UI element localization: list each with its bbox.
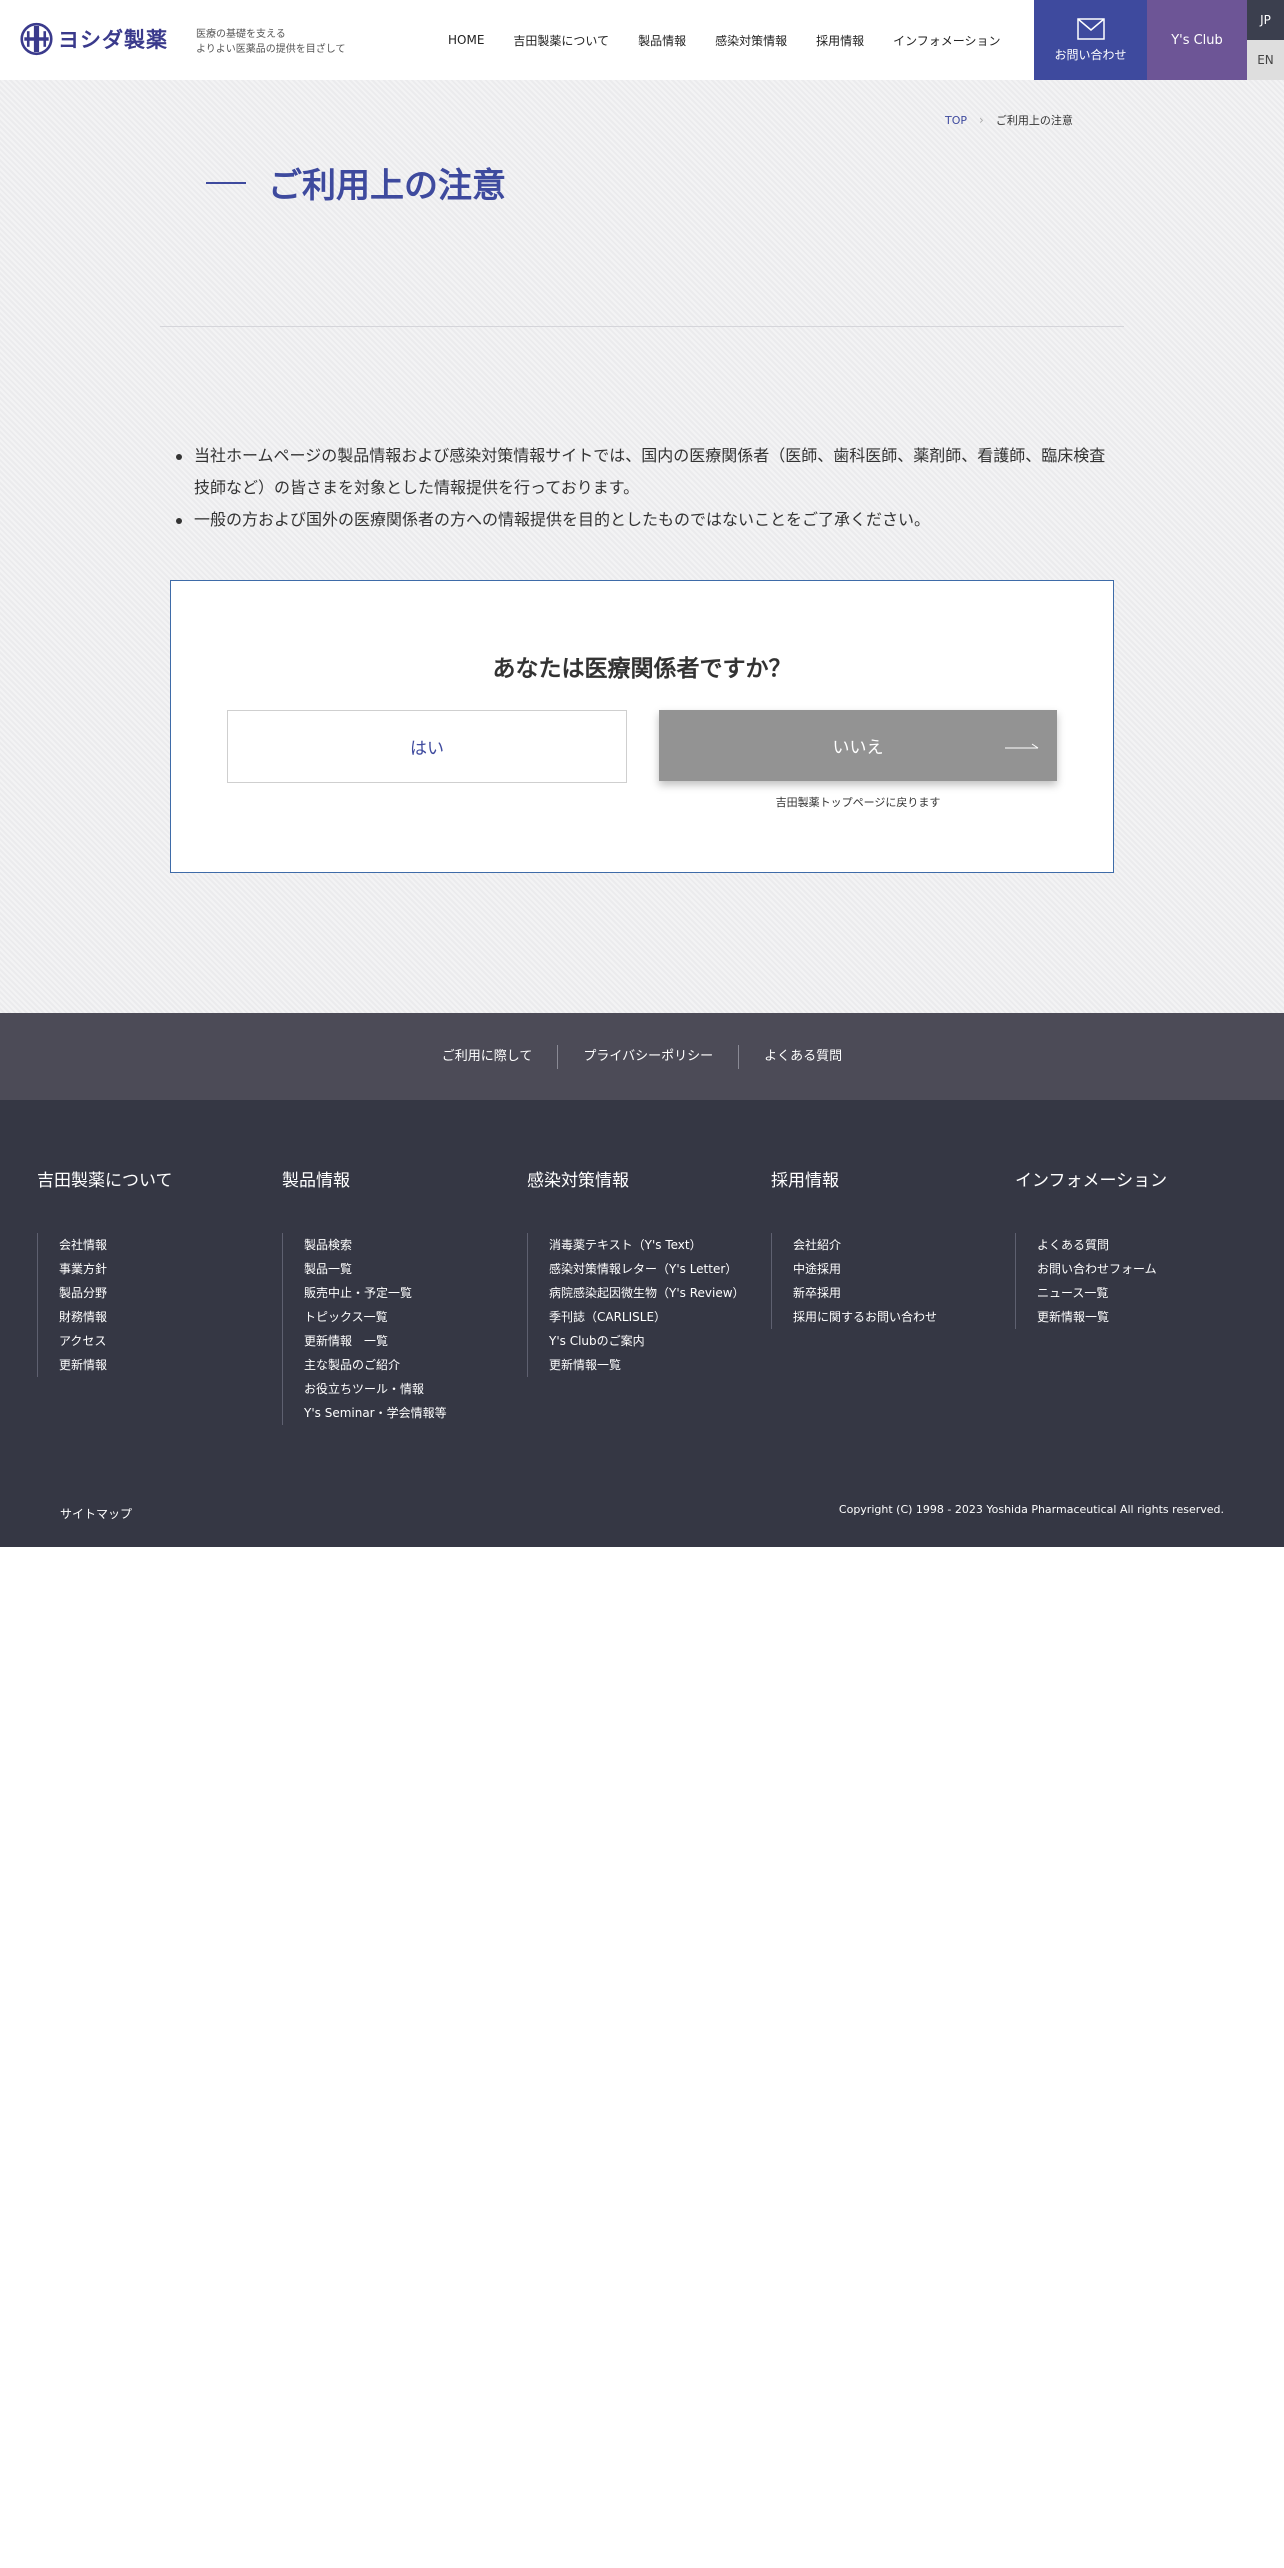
logo-text: ヨシダ製薬	[58, 28, 168, 52]
chevron-right-icon: ›	[979, 113, 984, 127]
site-logo[interactable]: ヨシダ製薬	[20, 20, 168, 58]
footer-link-terms[interactable]: ご利用に際して	[417, 1045, 558, 1069]
footer-link[interactable]: 更新情報一覧	[549, 1353, 745, 1377]
footer-link[interactable]: 消毒薬テキスト（Y's Text）	[549, 1233, 745, 1257]
tagline-line2: よりよい医薬品の提供を目ざして	[196, 44, 346, 55]
footer-link[interactable]: 製品検索	[304, 1233, 447, 1257]
footer-link[interactable]: 販売中止・予定一覧	[304, 1281, 447, 1305]
footer-column-list: 消毒薬テキスト（Y's Text） 感染対策情報レター（Y's Letter） …	[527, 1233, 745, 1377]
footer-column-list: 会社情報 事業方針 製品分野 財務情報 アクセス 更新情報	[37, 1233, 173, 1377]
footer-link-privacy[interactable]: プライバシーポリシー	[557, 1044, 738, 1069]
page-title-wrap: ご利用上の注意	[206, 158, 506, 207]
ys-club-button[interactable]: Y's Club	[1147, 0, 1247, 80]
footer-link[interactable]: ニュース一覧	[1037, 1281, 1167, 1305]
footer-link[interactable]: 財務情報	[59, 1305, 173, 1329]
yes-button[interactable]: はい	[227, 710, 627, 783]
footer-link[interactable]: 更新情報	[59, 1353, 173, 1377]
footer-link[interactable]: Y's Clubのご案内	[549, 1329, 745, 1353]
no-button-note: 吉田製薬トップページに戻ります	[775, 796, 941, 809]
footer-link[interactable]: Y's Seminar・学会情報等	[304, 1401, 447, 1425]
contact-button[interactable]: お問い合わせ	[1034, 0, 1147, 80]
contact-label: お問い合わせ	[1054, 47, 1127, 62]
nav-home[interactable]: HOME	[448, 33, 484, 47]
footer-link[interactable]: アクセス	[59, 1329, 173, 1353]
notice-item: 当社ホームページの製品情報および感染対策情報サイトでは、国内の医療関係者（医師、…	[174, 440, 1114, 504]
nav-about[interactable]: 吉田製薬について	[513, 32, 609, 49]
footer-link[interactable]: 新卒採用	[793, 1281, 937, 1305]
tagline-line1: 医療の基礎を支える	[196, 29, 286, 40]
confirm-box: あなたは医療関係者ですか？ はい いいえ 吉田製薬トップページに戻ります	[170, 580, 1114, 873]
footer-link-bar: ご利用に際して プライバシーポリシー よくある質問	[0, 1013, 1284, 1100]
footer-link[interactable]: お問い合わせフォーム	[1037, 1257, 1167, 1281]
footer-column-title[interactable]: 採用情報	[771, 1166, 937, 1191]
footer-column-recruit: 採用情報 会社紹介 中途採用 新卒採用 採用に関するお問い合わせ	[771, 1166, 937, 1329]
footer-column-about: 吉田製薬について 会社情報 事業方針 製品分野 財務情報 アクセス 更新情報	[37, 1166, 173, 1377]
footer-link[interactable]: 更新情報一覧	[1037, 1305, 1167, 1329]
footer-link[interactable]: 感染対策情報レター（Y's Letter）	[549, 1257, 745, 1281]
site-header: ヨシダ製薬 医療の基礎を支える よりよい医薬品の提供を目ざして HOME 吉田製…	[0, 0, 1284, 80]
footer-column-title[interactable]: 吉田製薬について	[37, 1166, 173, 1191]
copyright: Copyright (C) 1998 - 2023 Yoshida Pharma…	[838, 1503, 1224, 1516]
footer-link[interactable]: 製品分野	[59, 1281, 173, 1305]
footer-link[interactable]: 会社情報	[59, 1233, 173, 1257]
lang-jp-button[interactable]: JP	[1247, 0, 1284, 40]
footer-link[interactable]: トピックス一覧	[304, 1305, 447, 1329]
main-content: TOP › ご利用上の注意 ご利用上の注意 当社ホームページの製品情報および感染…	[0, 80, 1284, 1013]
footer-link[interactable]: 会社紹介	[793, 1233, 937, 1257]
page-title: ご利用上の注意	[268, 166, 506, 206]
footer-link[interactable]: 病院感染起因微生物（Y's Review）	[549, 1281, 745, 1305]
global-nav: HOME 吉田製薬について 製品情報 感染対策情報 採用情報 インフォメーション	[448, 0, 1030, 80]
arrow-right-icon	[1005, 743, 1039, 749]
footer-link[interactable]: 中途採用	[793, 1257, 937, 1281]
footer-link[interactable]: 更新情報 一覧	[304, 1329, 447, 1353]
nav-information[interactable]: インフォメーション	[893, 32, 1000, 49]
mail-icon	[1076, 17, 1105, 40]
footer-link[interactable]: 季刊誌（CARLISLE）	[549, 1305, 745, 1329]
footer-column-title[interactable]: 製品情報	[282, 1166, 447, 1191]
footer-link[interactable]: 製品一覧	[304, 1257, 447, 1281]
notice-item: 一般の方および国外の医療関係者の方への情報提供を目的としたものではないことをご了…	[174, 504, 1114, 536]
site-footer: 吉田製薬について 会社情報 事業方針 製品分野 財務情報 アクセス 更新情報 製…	[0, 1100, 1284, 1547]
confirm-question: あなたは医療関係者ですか？	[492, 656, 792, 682]
title-dash	[206, 181, 246, 184]
footer-column-infection: 感染対策情報 消毒薬テキスト（Y's Text） 感染対策情報レター（Y's L…	[527, 1166, 745, 1377]
sitemap-link[interactable]: サイトマップ	[60, 1505, 132, 1522]
logo-mark-icon	[20, 22, 53, 56]
nav-products[interactable]: 製品情報	[638, 32, 686, 49]
footer-column-title[interactable]: インフォメーション	[1015, 1166, 1167, 1191]
footer-column-title[interactable]: 感染対策情報	[527, 1166, 745, 1191]
footer-link[interactable]: 主な製品のご紹介	[304, 1353, 447, 1377]
footer-column-information: インフォメーション よくある質問 お問い合わせフォーム ニュース一覧 更新情報一…	[1015, 1166, 1167, 1329]
footer-column-list: よくある質問 お問い合わせフォーム ニュース一覧 更新情報一覧	[1015, 1233, 1167, 1329]
footer-link-faq[interactable]: よくある質問	[738, 1044, 867, 1069]
footer-column-list: 製品検索 製品一覧 販売中止・予定一覧 トピックス一覧 更新情報 一覧 主な製品…	[282, 1233, 447, 1425]
footer-column-products: 製品情報 製品検索 製品一覧 販売中止・予定一覧 トピックス一覧 更新情報 一覧…	[282, 1166, 447, 1425]
footer-link[interactable]: 採用に関するお問い合わせ	[793, 1305, 937, 1329]
breadcrumb-top-link[interactable]: TOP	[945, 114, 967, 127]
no-button-label: いいえ	[832, 738, 884, 758]
footer-column-list: 会社紹介 中途採用 新卒採用 採用に関するお問い合わせ	[771, 1233, 937, 1329]
nav-infection-control[interactable]: 感染対策情報	[715, 32, 787, 49]
divider	[160, 326, 1124, 327]
lang-en-button[interactable]: EN	[1247, 40, 1284, 80]
notice-list: 当社ホームページの製品情報および感染対策情報サイトでは、国内の医療関係者（医師、…	[174, 440, 1114, 536]
breadcrumb-current: ご利用上の注意	[995, 114, 1073, 127]
footer-link[interactable]: お役立ちツール・情報	[304, 1377, 447, 1401]
footer-link[interactable]: 事業方針	[59, 1257, 173, 1281]
breadcrumb: TOP › ご利用上の注意	[945, 112, 1073, 128]
footer-link[interactable]: よくある質問	[1037, 1233, 1167, 1257]
no-button[interactable]: いいえ	[659, 710, 1057, 781]
tagline: 医療の基礎を支える よりよい医薬品の提供を目ざして	[196, 27, 346, 57]
nav-recruit[interactable]: 採用情報	[816, 32, 864, 49]
